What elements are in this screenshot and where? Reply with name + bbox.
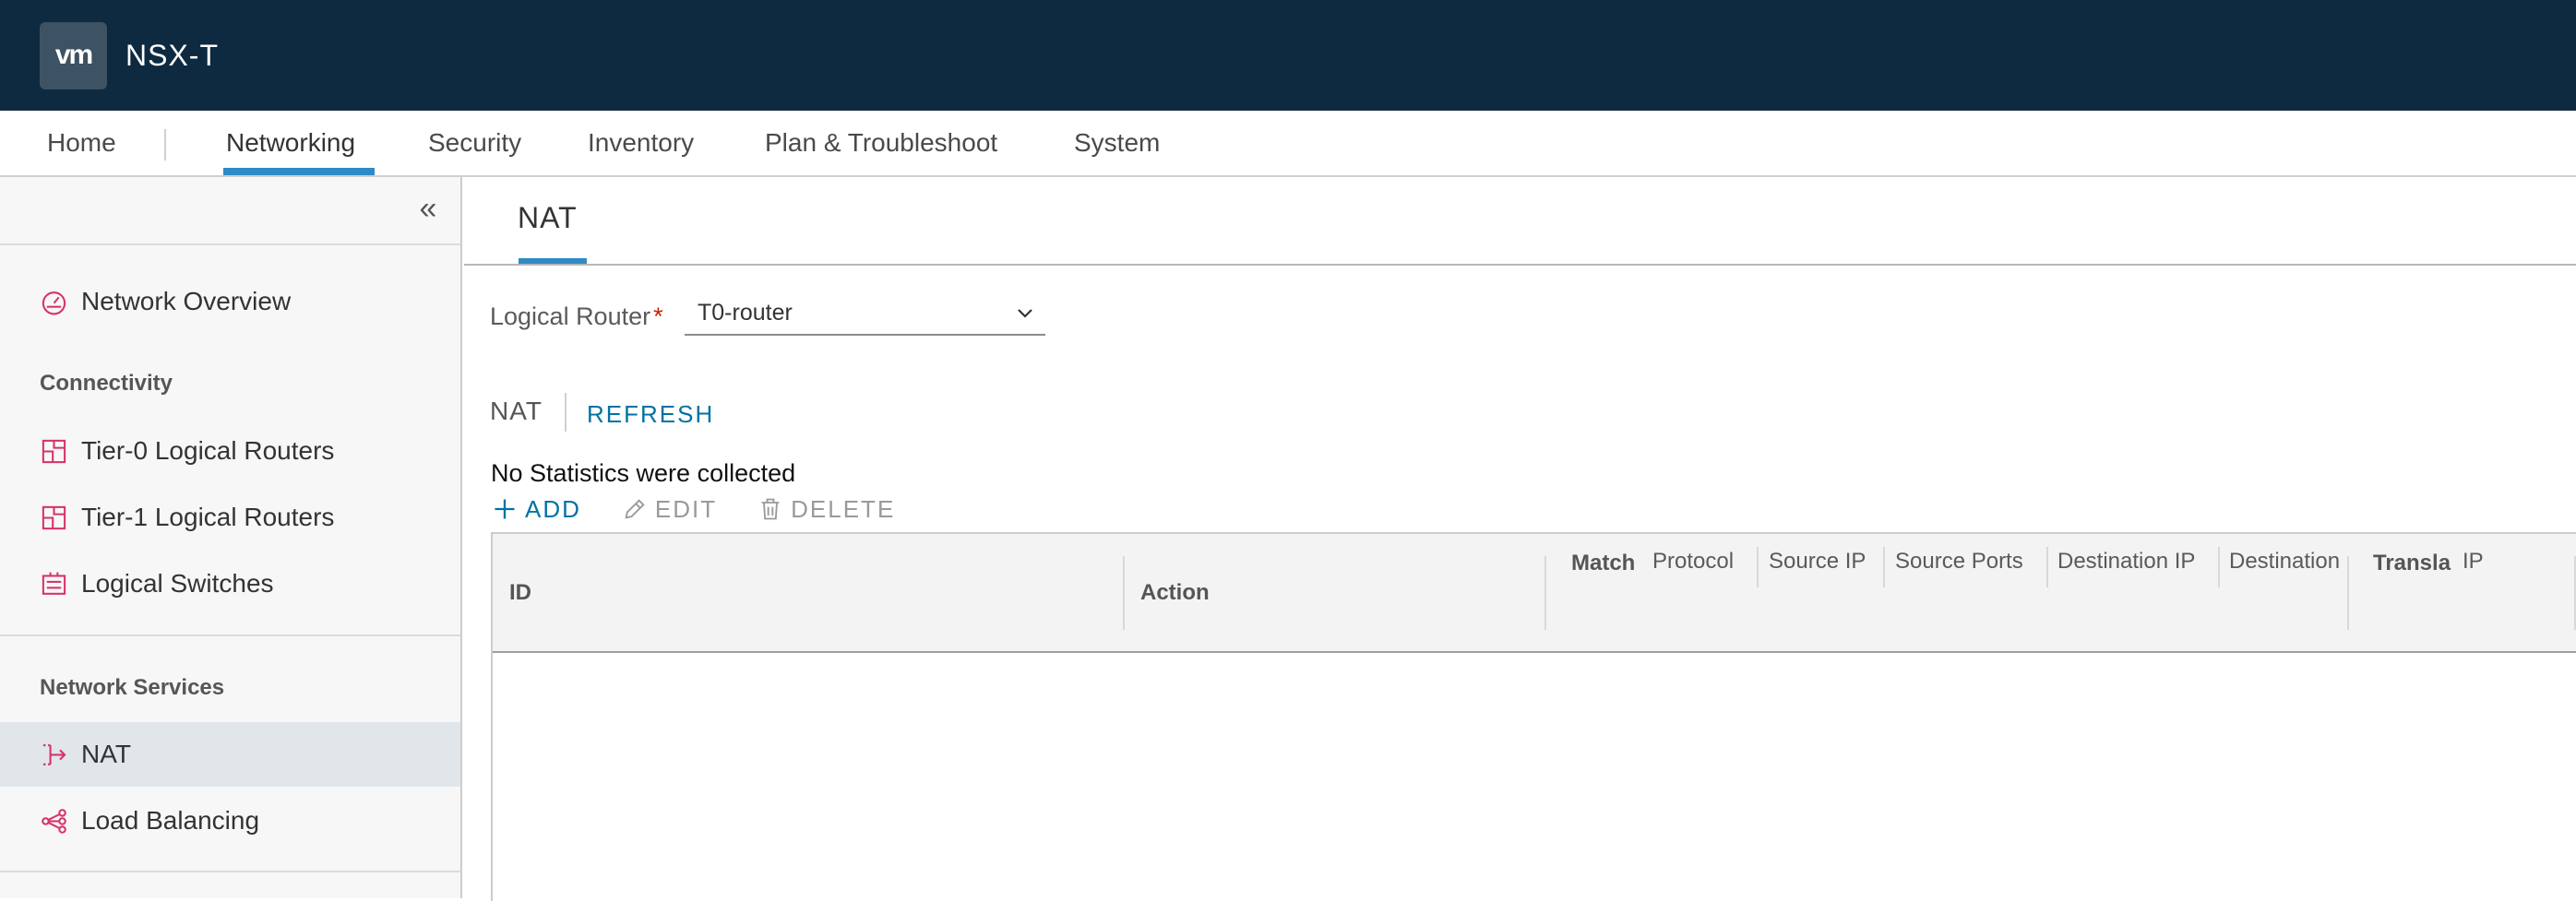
- edit-button[interactable]: EDIT: [622, 495, 717, 524]
- add-label: ADD: [525, 494, 581, 523]
- column-separator: [1123, 556, 1125, 630]
- sidebar-item-nat[interactable]: NAT: [0, 722, 460, 787]
- column-separator: [1757, 547, 1759, 587]
- sidebar-item-label: Tier-1 Logical Routers: [81, 503, 335, 531]
- router-icon: [42, 439, 66, 463]
- switch-icon: [42, 572, 66, 595]
- nav-home[interactable]: Home: [47, 111, 116, 175]
- sidebar-item-label: NAT: [81, 740, 131, 768]
- section-divider: [565, 393, 566, 432]
- nav-inventory[interactable]: Inventory: [588, 111, 694, 175]
- sidebar-divider: [0, 243, 460, 245]
- column-header-destination-ip[interactable]: Destination IP: [2057, 549, 2214, 575]
- delete-button[interactable]: DELETE: [757, 495, 895, 524]
- nat-icon: [42, 743, 66, 765]
- app-header: vm NSX-T: [0, 0, 2576, 111]
- column-header-translated-ip[interactable]: IP: [2463, 549, 2518, 575]
- grid-toolbar: ADD EDIT DELETE: [492, 492, 936, 526]
- tab-bar-line: [464, 264, 2576, 266]
- column-separator: [2218, 547, 2220, 587]
- sidebar: « Network Overview Connectivity Tier-0 L…: [0, 177, 462, 898]
- logical-router-value: T0-router: [698, 299, 793, 326]
- column-separator: [1544, 556, 1546, 630]
- nav-system[interactable]: System: [1074, 111, 1160, 175]
- edit-label: EDIT: [654, 494, 718, 523]
- sidebar-item-logical-switches[interactable]: Logical Switches: [0, 551, 460, 616]
- column-header-source-ports[interactable]: Source Ports: [1895, 549, 2043, 575]
- sidebar-item-load-balancing[interactable]: Load Balancing: [0, 788, 460, 853]
- sidebar-item-label: Logical Switches: [81, 569, 274, 598]
- pencil-icon: [625, 499, 645, 519]
- tab-nat[interactable]: NAT: [518, 201, 578, 235]
- column-header-action[interactable]: Action: [1140, 580, 1210, 606]
- add-button[interactable]: ADD: [492, 495, 581, 524]
- logical-router-label-text: Logical Router: [490, 302, 651, 330]
- router-icon: [42, 505, 66, 529]
- nat-rules-grid: ID Action Match Protocol Source IP Sourc…: [491, 532, 2576, 901]
- sidebar-item-label: Network Overview: [81, 287, 292, 315]
- sidebar-item-label: Tier-0 Logical Routers: [81, 436, 335, 465]
- column-header-source-ip[interactable]: Source IP: [1769, 549, 1879, 575]
- trash-icon: [761, 498, 780, 520]
- vmware-logo[interactable]: vm: [40, 21, 107, 89]
- nav-active-indicator: [223, 168, 375, 175]
- sidebar-divider: [0, 634, 460, 636]
- chevron-down-icon: [1018, 309, 1032, 318]
- nav-security[interactable]: Security: [428, 111, 521, 175]
- plus-icon: [495, 499, 515, 519]
- statistics-message: No Statistics were collected: [491, 459, 796, 487]
- sidebar-item-tier0-routers[interactable]: Tier-0 Logical Routers: [0, 419, 460, 483]
- column-separator: [2347, 556, 2349, 630]
- nat-section-label: NAT: [490, 397, 543, 425]
- column-separator: [1883, 547, 1885, 587]
- top-navigation: Home Networking Security Inventory Plan …: [0, 111, 2576, 177]
- sidebar-divider: [0, 871, 460, 872]
- sidebar-heading-connectivity: Connectivity: [40, 371, 173, 396]
- nav-plan-troubleshoot[interactable]: Plan & Troubleshoot: [765, 111, 997, 175]
- nav-networking[interactable]: Networking: [226, 111, 355, 175]
- column-separator: [2046, 547, 2048, 587]
- column-header-id[interactable]: ID: [509, 580, 531, 606]
- required-marker: *: [653, 302, 663, 330]
- column-header-protocol[interactable]: Protocol: [1652, 549, 1745, 575]
- logical-router-select[interactable]: T0-router: [685, 291, 1045, 336]
- collapse-sidebar-icon[interactable]: «: [413, 193, 443, 225]
- nav-divider: [164, 129, 166, 160]
- column-group-translated: Transla: [2373, 551, 2451, 575]
- column-header-destination[interactable]: Destination: [2229, 549, 2347, 575]
- sidebar-item-tier1-routers[interactable]: Tier-1 Logical Routers: [0, 485, 460, 550]
- delete-label: DELETE: [791, 494, 896, 523]
- main-content: NAT Logical Router * T0-router NAT REFRES…: [464, 177, 2576, 901]
- product-name: NSX-T: [125, 38, 219, 72]
- sidebar-item-network-overview[interactable]: Network Overview: [0, 269, 460, 334]
- grid-header: ID Action Match Protocol Source IP Sourc…: [493, 534, 2576, 653]
- sidebar-item-label: Load Balancing: [81, 806, 260, 835]
- column-group-match: Match: [1571, 551, 1636, 575]
- load-balancer-icon: [42, 808, 66, 834]
- dashboard-gauge-icon: [42, 290, 66, 314]
- refresh-button[interactable]: REFRESH: [587, 400, 714, 429]
- logical-router-label: Logical Router *: [490, 302, 663, 331]
- sidebar-heading-network-services: Network Services: [40, 675, 225, 700]
